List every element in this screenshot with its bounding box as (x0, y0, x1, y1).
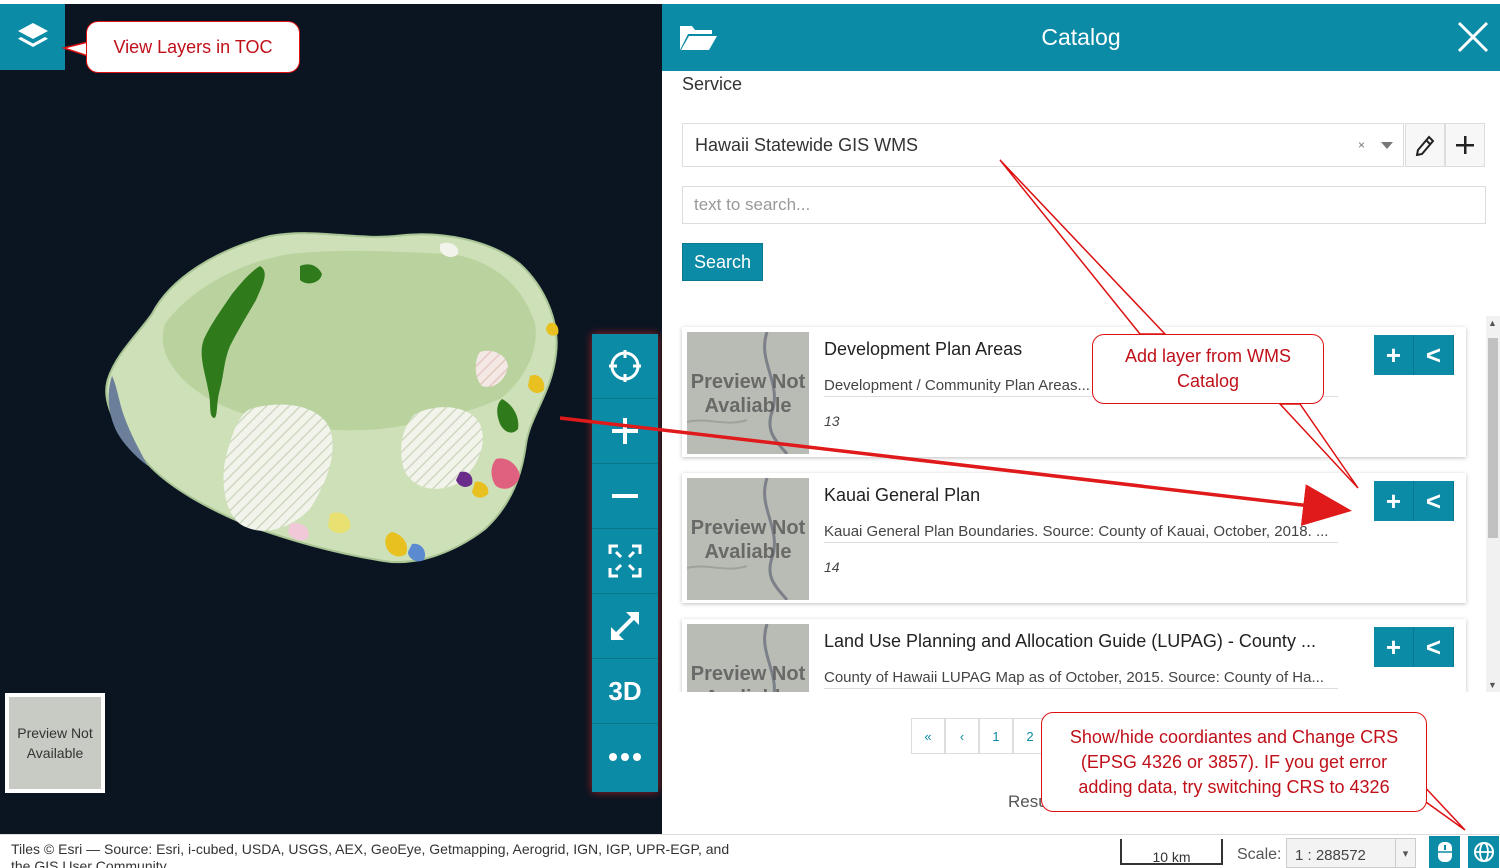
mouse-position-button[interactable] (1429, 836, 1460, 868)
record-title: Kauai General Plan (824, 485, 981, 505)
results-list: Preview Not Avaliable Development Plan A… (662, 322, 1500, 692)
mouse-icon (1437, 842, 1452, 862)
expand-record-button[interactable]: < (1414, 627, 1454, 667)
record-item: Preview Not Avaliable Development Plan A… (682, 327, 1466, 457)
more-icon (609, 752, 641, 761)
record-thumbnail: Preview Not Avaliable (687, 332, 809, 454)
globe-icon (1473, 842, 1494, 862)
chevron-down-icon[interactable] (1381, 142, 1393, 149)
callout-crs: Show/hide coordiantes and Change CRS (EP… (1041, 712, 1427, 812)
locate-icon (609, 350, 641, 382)
toc-button[interactable] (0, 4, 65, 70)
map-viewport[interactable]: 3D Preview Not Available (0, 4, 662, 834)
catalog-panel: Catalog Service Hawaii Statewide GIS WMS… (662, 4, 1500, 834)
record-actions: + < (1374, 335, 1454, 375)
plus-icon: + (1385, 631, 1402, 662)
fullscreen-icon (610, 611, 640, 641)
pagination: « ‹ 1 2 (911, 718, 1047, 754)
zoom-out-icon (612, 494, 638, 498)
edit-service-button[interactable] (1405, 123, 1445, 167)
record-thumbnail: Preview Not Avaliable (687, 624, 809, 692)
plus-icon (1456, 136, 1474, 154)
map-attribution: Tiles © Esri — Source: Esri, i-cubed, US… (11, 841, 730, 868)
service-selected-value: Hawaii Statewide GIS WMS (695, 135, 919, 155)
zoom-in-button[interactable] (592, 399, 658, 464)
record-title: Development Plan Areas (824, 339, 1023, 359)
locate-button[interactable] (592, 334, 658, 399)
expand-record-button[interactable]: < (1414, 481, 1454, 521)
callout-wms-line1: Add layer from WMS (1124, 346, 1292, 366)
scale-bar: 10 km (1120, 839, 1223, 865)
service-clear-icon[interactable]: × (1358, 138, 1365, 152)
record-id: 13 (824, 413, 840, 429)
record-preview-text: Preview Not Avaliable (690, 663, 806, 692)
zoom-extent-button[interactable] (592, 529, 658, 594)
scroll-up-icon[interactable]: ▲ (1488, 318, 1497, 328)
crs-selector-button[interactable] (1468, 836, 1499, 868)
callout-wms: Add layer from WMS Catalog (1092, 334, 1324, 404)
add-layer-button[interactable]: + (1374, 481, 1414, 521)
background-preview-label: Preview Not Available (9, 697, 101, 789)
scale-value: 1 : 288572 (1295, 847, 1366, 864)
layers-icon (17, 23, 48, 47)
close-icon[interactable] (1456, 20, 1490, 54)
record-id: 14 (824, 559, 840, 575)
scroll-down-icon[interactable]: ▼ (1488, 680, 1497, 690)
chevron-left-icon: < (1425, 339, 1442, 370)
service-select[interactable]: Hawaii Statewide GIS WMS × (682, 123, 1404, 167)
callout-crs-line2: (EPSG 4326 or 3857). IF you get error (1080, 751, 1388, 772)
service-label: Service (682, 74, 743, 94)
app: 3D Preview Not Available Catalog Service… (0, 0, 1500, 868)
catalog-title: Catalog (1041, 24, 1121, 50)
record-preview-text: Preview Not Avaliable (690, 371, 806, 417)
3d-button[interactable]: 3D (592, 659, 658, 724)
plus-icon: + (1385, 339, 1402, 370)
fullscreen-button[interactable] (592, 594, 658, 659)
pencil-icon (1415, 135, 1435, 156)
chevron-left-icon: < (1425, 631, 1442, 662)
record-preview-text: Preview Not Avaliable (690, 517, 806, 563)
record-item: Preview Not Avaliable Kauai General Plan… (682, 473, 1466, 603)
page-prev-button[interactable]: ‹ (945, 718, 979, 754)
record-actions: + < (1374, 627, 1454, 667)
add-service-button[interactable] (1445, 123, 1485, 167)
chevron-left-icon: < (1425, 485, 1442, 516)
search-input[interactable] (682, 186, 1486, 224)
zoom-out-button[interactable] (592, 464, 658, 529)
callout-crs-line1: Show/hide coordiantes and Change CRS (1069, 726, 1399, 747)
record-thumbnail: Preview Not Avaliable (687, 478, 809, 600)
map-toolbar: 3D (592, 334, 658, 792)
zoom-in-icon (612, 418, 638, 444)
expand-record-button[interactable]: < (1414, 335, 1454, 375)
callout-wms-line2: Catalog (1176, 371, 1240, 391)
catalog-header: Catalog (662, 4, 1500, 71)
search-button[interactable]: Search (682, 243, 763, 281)
zoom-extent-icon (608, 544, 642, 578)
record-description: Kauai General Plan Boundaries. Source: C… (824, 523, 1338, 543)
page-1-button[interactable]: 1 (979, 718, 1013, 754)
page-first-button[interactable]: « (911, 718, 945, 754)
chevron-down-icon: ▾ (1395, 839, 1415, 867)
callout-toc: View Layers in TOC (86, 21, 300, 73)
more-button[interactable] (592, 724, 658, 789)
scale-label: Scale: (1237, 846, 1282, 863)
record-description: County of Hawaii LUPAG Map as of October… (824, 669, 1338, 689)
add-layer-button[interactable]: + (1374, 627, 1414, 667)
results-scrollbar[interactable]: ▲ ▼ (1486, 316, 1500, 692)
scrollbar-thumb[interactable] (1488, 338, 1498, 538)
3d-label: 3D (608, 675, 642, 706)
footer-bar: Tiles © Esri — Source: Esri, i-cubed, US… (0, 834, 1500, 868)
scale-select[interactable]: 1 : 288572 ▾ (1286, 838, 1416, 868)
callout-crs-line3: adding data, try switching CRS to 4326 (1078, 776, 1390, 797)
add-layer-button[interactable]: + (1374, 335, 1414, 375)
callout-toc-text: View Layers in TOC (113, 36, 273, 57)
plus-icon: + (1385, 485, 1402, 516)
record-item: Preview Not Avaliable Land Use Planning … (682, 619, 1466, 692)
record-actions: + < (1374, 481, 1454, 521)
background-selector[interactable]: Preview Not Available (5, 693, 105, 793)
record-title: Land Use Planning and Allocation Guide (… (824, 631, 1316, 651)
